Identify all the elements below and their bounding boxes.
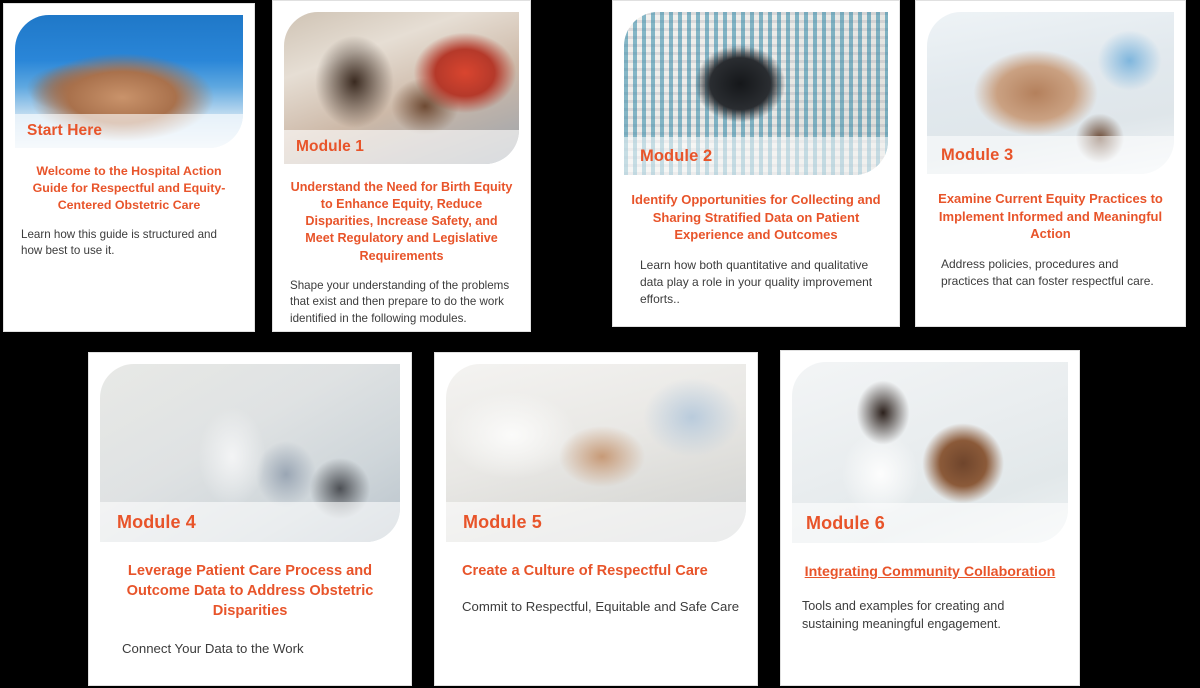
card-badge-bar: Module 3	[927, 136, 1174, 174]
card-body: Integrating Community Collaboration Tool…	[792, 563, 1068, 634]
card-body: Leverage Patient Care Process and Outcom…	[100, 562, 400, 658]
card-body: Examine Current Equity Practices to Impl…	[927, 190, 1174, 290]
card-module-6[interactable]: Module 6 Integrating Community Collabora…	[780, 350, 1080, 686]
card-media: Module 4	[100, 364, 400, 542]
card-body: Welcome to the Hospital Action Guide for…	[15, 163, 243, 259]
card-badge-bar: Module 4	[100, 502, 400, 542]
card-title[interactable]: Identify Opportunities for Collecting an…	[630, 191, 882, 244]
card-description: Shape your understanding of the problems…	[290, 278, 510, 325]
card-title[interactable]: Examine Current Equity Practices to Impl…	[933, 190, 1168, 243]
card-badge-bar: Module 2	[624, 137, 888, 175]
card-module-2[interactable]: Module 2 Identify Opportunities for Coll…	[612, 0, 900, 327]
card-title[interactable]: Understand the Need for Birth Equity to …	[290, 179, 513, 265]
card-title[interactable]: Welcome to the Hospital Action Guide for…	[21, 163, 237, 214]
card-body: Understand the Need for Birth Equity to …	[284, 179, 519, 327]
card-media: Module 3	[927, 12, 1174, 174]
card-module-3[interactable]: Module 3 Examine Current Equity Practice…	[915, 0, 1186, 327]
card-badge-label: Module 5	[463, 511, 542, 532]
card-badge-label: Module 4	[117, 511, 196, 532]
card-body: Create a Culture of Respectful Care Comm…	[446, 562, 746, 617]
card-media: Module 6	[792, 362, 1068, 543]
card-badge-label: Module 2	[640, 146, 713, 165]
card-badge-label: Module 1	[296, 138, 364, 155]
card-description: Learn how this guide is structured and h…	[21, 227, 217, 258]
card-badge-bar: Module 5	[446, 502, 746, 542]
card-media: Module 2	[624, 12, 888, 175]
card-description: Commit to Respectful, Equitable and Safe…	[462, 598, 740, 614]
card-module-5[interactable]: Module 5 Create a Culture of Respectful …	[434, 352, 758, 686]
card-module-4[interactable]: Module 4 Leverage Patient Care Process a…	[88, 352, 412, 686]
card-media: Start Here	[15, 15, 243, 148]
card-badge-label: Module 6	[806, 512, 885, 533]
card-media: Module 1	[284, 12, 519, 164]
module-card-grid: Start Here Welcome to the Hospital Actio…	[0, 0, 1200, 688]
card-description: Connect Your Data to the Work	[122, 640, 304, 656]
card-body: Identify Opportunities for Collecting an…	[624, 191, 888, 308]
card-badge-label: Module 3	[941, 145, 1014, 164]
card-start-here[interactable]: Start Here Welcome to the Hospital Actio…	[3, 3, 255, 332]
card-badge-bar: Start Here	[15, 114, 243, 148]
card-badge-bar: Module 1	[284, 130, 519, 164]
card-title-link[interactable]: Integrating Community Collaboration	[798, 563, 1062, 582]
card-description: Learn how both quantitative and qualitat…	[640, 258, 873, 307]
card-title[interactable]: Create a Culture of Respectful Care	[452, 562, 740, 582]
card-badge-bar: Module 6	[792, 503, 1068, 543]
card-module-1[interactable]: Module 1 Understand the Need for Birth E…	[272, 0, 531, 332]
card-title[interactable]: Leverage Patient Care Process and Outcom…	[106, 562, 394, 622]
card-badge-label: Start Here	[27, 122, 103, 139]
card-media: Module 5	[446, 364, 746, 542]
card-description: Address policies, procedures and practic…	[941, 257, 1154, 289]
card-description: Tools and examples for creating and sust…	[802, 599, 1005, 632]
